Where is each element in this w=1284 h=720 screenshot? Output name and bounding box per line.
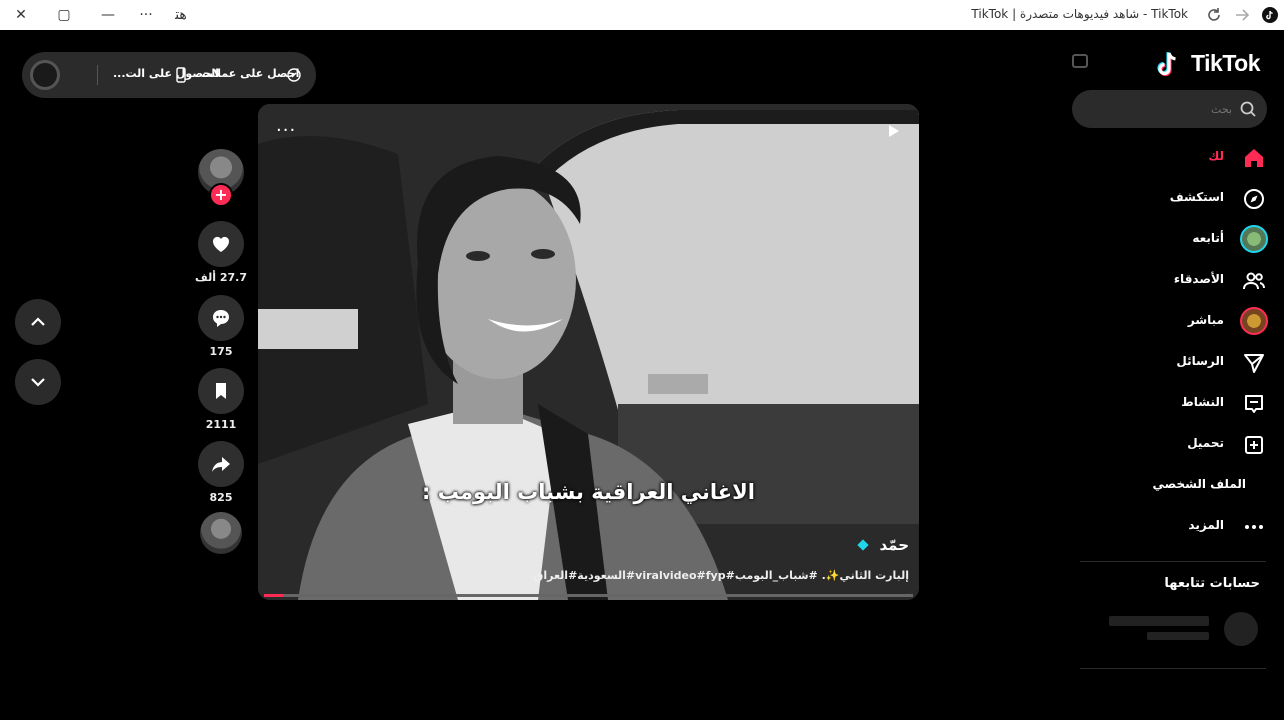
minimize-window-button[interactable]: —	[97, 5, 119, 25]
more-options-button[interactable]: ···	[135, 5, 157, 25]
next-video-button[interactable]	[15, 359, 61, 405]
window-titlebar: ✕ ▢ — ··· ﻫﺘ TikTok | شاهد فيديوهات متصد…	[0, 0, 1284, 30]
sidebar-item-following[interactable]: أتابعه	[1076, 223, 1276, 257]
upload-icon	[1245, 436, 1263, 454]
search-icon[interactable]	[1239, 100, 1257, 118]
forward-arrow-icon[interactable]	[1234, 7, 1250, 23]
sidebar-item-label: النشاط	[1181, 395, 1224, 409]
top-actions-pill: الحصول على الت... احصل على عملات	[22, 52, 316, 98]
friends-icon	[1243, 272, 1265, 290]
brand-wordmark[interactable]: TikTok	[1191, 50, 1261, 77]
follow-button[interactable]: +	[209, 183, 233, 207]
share-button[interactable]	[198, 441, 244, 487]
music-disc-avatar[interactable]	[200, 512, 242, 554]
sidebar-item-profile[interactable]: الملف الشخصي	[1076, 469, 1276, 503]
sidebar-item-messages[interactable]: الرسائل	[1076, 346, 1276, 380]
divider	[97, 65, 98, 85]
heart-icon	[212, 236, 230, 252]
following-accounts-title: حسابات تتابعها	[1164, 576, 1260, 591]
sidebar-item-friends[interactable]: الأصدقاء	[1076, 264, 1276, 298]
send-icon	[1244, 354, 1264, 373]
search-box[interactable]	[1072, 90, 1267, 128]
live-avatar-icon	[1240, 307, 1268, 335]
tiktok-logo-icon	[1157, 52, 1176, 77]
phone-icon	[176, 67, 186, 83]
sidebar-item-label: استكشف	[1169, 190, 1224, 204]
following-avatar-icon	[1240, 225, 1268, 253]
more-options-icon[interactable]: ···	[276, 120, 296, 141]
sidebar-item-label: تحميل	[1187, 436, 1224, 450]
comment-icon	[213, 310, 229, 327]
sidebar-item-activity[interactable]: النشاط	[1076, 387, 1276, 421]
sidebar-item-label: الملف الشخصي	[1152, 477, 1246, 491]
divider	[1080, 668, 1266, 669]
tiktok-favicon-icon	[1262, 7, 1278, 23]
video-frame	[258, 104, 919, 600]
home-icon	[1245, 149, 1263, 167]
restore-window-button[interactable]: ▢	[53, 5, 75, 25]
previous-video-button[interactable]	[15, 299, 61, 345]
divider	[1080, 561, 1266, 562]
video-author[interactable]: حمّد	[879, 536, 909, 554]
chevron-up-icon	[31, 317, 45, 326]
sidebar-item-label: مباشر	[1187, 313, 1224, 327]
chevron-down-icon	[31, 378, 45, 387]
comment-count: 175	[209, 345, 233, 358]
user-avatar[interactable]	[30, 60, 60, 90]
share-icon	[212, 457, 230, 472]
sidebar-item-label: الرسائل	[1176, 354, 1224, 368]
search-input[interactable]	[1112, 99, 1232, 119]
sidebar-item-live[interactable]: مباشر	[1076, 305, 1276, 339]
skeleton-line	[1109, 616, 1209, 626]
like-button[interactable]	[198, 221, 244, 267]
comment-button[interactable]	[198, 295, 244, 341]
video-progress-fill	[264, 594, 284, 597]
sidebar-item-for-you[interactable]: لك	[1076, 141, 1276, 175]
skeleton-line	[1147, 632, 1209, 640]
translate-button[interactable]: ﻫﺘ	[170, 5, 192, 25]
compass-icon	[1244, 189, 1264, 209]
like-count: 27.7 ألف	[195, 271, 247, 284]
sidebar-item-more[interactable]: المزيد	[1076, 510, 1276, 544]
save-button[interactable]	[198, 368, 244, 414]
share-count: 825	[209, 491, 233, 504]
video-description: إلبارت الثاني✨. #شباب_البومب#viralvideo#…	[533, 569, 909, 582]
more-icon	[1245, 525, 1263, 529]
video-player[interactable]: ··· الاغاني العراقية بشباب البومب : حمّد…	[258, 104, 919, 600]
video-progress-bar[interactable]	[264, 594, 913, 597]
collapse-sidebar-icon[interactable]	[1072, 54, 1088, 68]
skeleton-avatar	[1224, 612, 1258, 646]
save-count: 2111	[205, 418, 237, 431]
video-caption: الاغاني العراقية بشباب البومب :	[422, 480, 755, 504]
close-window-button[interactable]: ✕	[10, 5, 32, 25]
sidebar-item-explore[interactable]: استكشف	[1076, 182, 1276, 216]
sidebar-item-label: أتابعه	[1192, 231, 1224, 245]
coin-icon	[287, 68, 301, 82]
window-title: TikTok | شاهد فيديوهات متصدرة - TikTok	[971, 7, 1188, 21]
sidebar-item-label: المزيد	[1188, 518, 1224, 532]
sidebar-item-upload[interactable]: تحميل	[1076, 428, 1276, 462]
play-icon[interactable]	[887, 124, 901, 138]
bookmark-icon	[216, 383, 226, 399]
refresh-icon[interactable]	[1206, 7, 1222, 23]
sidebar-item-label: الأصدقاء	[1173, 272, 1224, 286]
inbox-icon	[1245, 395, 1263, 413]
sidebar-item-label: لك	[1208, 149, 1224, 163]
sidebar: TikTok لك استكشف أتابعه الأصدقاء مباشر ا…	[1064, 30, 1284, 720]
get-coins-link[interactable]: احصل على عملات	[202, 67, 299, 80]
